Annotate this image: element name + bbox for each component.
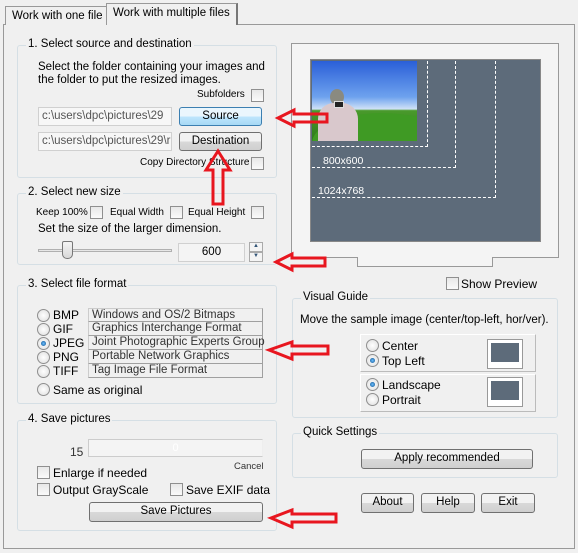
arrow-icon [267, 507, 338, 530]
arrow-icon [203, 148, 233, 206]
arrow-icon [272, 251, 327, 273]
annotation-arrows [203, 107, 338, 530]
arrow-icon [274, 107, 329, 129]
arrow-icon [264, 339, 330, 362]
